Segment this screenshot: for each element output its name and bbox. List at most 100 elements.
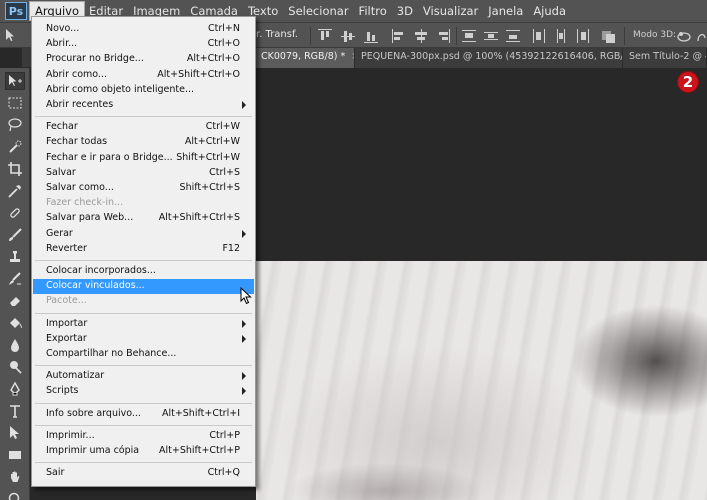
menu-item-scripts[interactable]: Scripts — [33, 384, 254, 399]
menu-item-fechar-todas[interactable]: Fechar todas Alt+Ctrl+W — [33, 135, 254, 150]
hand-icon[interactable] — [5, 468, 25, 486]
menu-item-label: Salvar como... — [46, 182, 114, 193]
zoom-icon[interactable] — [5, 490, 25, 500]
menu-item-abrir-como-objeto-inteligente[interactable]: Abrir como objeto inteligente... — [33, 83, 254, 98]
mouse-pointer-icon — [240, 286, 252, 305]
pen-icon[interactable] — [5, 380, 25, 398]
menu-item-colocar-vinculados[interactable]: Colocar vinculados... — [33, 279, 254, 295]
tools-panel — [0, 68, 30, 500]
align-vertical-center-icon[interactable] — [341, 29, 355, 43]
distribute-vertical-center-icon[interactable] — [484, 29, 498, 43]
menu-item-shortcut: Ctrl+N — [208, 23, 240, 34]
rectangle-shape-icon[interactable] — [5, 446, 25, 464]
menu-item-exportar[interactable]: Exportar — [33, 332, 254, 347]
menu-item-salvar[interactable]: Salvar Ctrl+S — [33, 166, 254, 181]
menu-item-importar[interactable]: Importar — [33, 317, 254, 332]
lasso-icon[interactable] — [5, 116, 25, 134]
align-bottom-icon[interactable] — [364, 29, 378, 43]
menu-item-label: Exportar — [46, 332, 87, 344]
brush-icon[interactable] — [5, 226, 25, 244]
menu-item-reverter[interactable]: Reverter F12 — [33, 242, 254, 257]
menu-item-label: Importar — [46, 317, 88, 329]
quick-selection-icon[interactable] — [5, 138, 25, 156]
tab-label: CK0079, RGB/8) * — [261, 51, 346, 62]
menu-item-shortcut: Ctrl+O — [207, 38, 240, 50]
menu-item-colocar-incorporados[interactable]: Colocar incorporados... — [33, 264, 254, 279]
tab-ck0079[interactable]: CK0079, RGB/8) *× — [255, 48, 355, 68]
tab-sem-titulo-2[interactable]: Sem Título-2 @ 400 — [623, 48, 707, 68]
menu-item-shortcut: Shift+Ctrl+W — [176, 151, 240, 163]
menu-ajuda[interactable]: Ajuda — [528, 2, 571, 20]
menu-item-label: Imprimir... — [46, 429, 95, 441]
paint-bucket-icon[interactable] — [5, 314, 25, 332]
menu-item-label: Colocar vinculados... — [46, 280, 145, 292]
menu-item-label: Fechar — [46, 121, 78, 133]
menu-item-label: Colocar incorporados... — [46, 265, 156, 276]
distribute-right-icon[interactable] — [576, 29, 590, 43]
3d-roll-icon[interactable] — [696, 28, 707, 44]
history-brush-icon[interactable] — [5, 270, 25, 288]
distribute-left-icon[interactable] — [532, 29, 546, 43]
auto-align-layers-icon[interactable] — [602, 29, 616, 43]
rectangular-marquee-icon[interactable] — [5, 94, 25, 112]
dodge-icon[interactable] — [5, 358, 25, 376]
menu-item-sair[interactable]: Sair Ctrl+Q — [33, 466, 254, 481]
divider — [310, 27, 311, 45]
menu-separator — [35, 116, 252, 118]
file-menu-dropdown: Novo... Ctrl+N Abrir... Ctrl+O Procurar no B… — [31, 16, 256, 487]
menu-item-fechar-e-ir-para-o-bridge[interactable]: Fechar e ir para o Bridge... Shift+Ctrl+W — [33, 151, 254, 166]
menu-item-shortcut: Ctrl+P — [209, 429, 240, 441]
clone-stamp-icon[interactable] — [5, 248, 25, 266]
tab-label: Sem Título-2 @ 400 — [629, 51, 706, 62]
menu-separator — [35, 260, 252, 261]
distribute-top-icon[interactable] — [462, 29, 476, 43]
menu-item-shortcut: Ctrl+W — [205, 121, 240, 133]
healing-brush-icon[interactable] — [5, 204, 25, 222]
menu-item-imprimir-uma-copia[interactable]: Imprimir uma cópia Alt+Shift+Ctrl+P — [33, 444, 254, 459]
submenu-arrow-icon — [242, 387, 246, 396]
menu-item-fechar[interactable]: Fechar Ctrl+W — [33, 120, 254, 135]
menu-item-label: Imprimir uma cópia — [46, 445, 140, 456]
3d-orbit-icon[interactable] — [676, 28, 692, 44]
distribute-bottom-icon[interactable] — [506, 29, 520, 43]
menu-item-shortcut: Alt+Ctrl+O — [186, 53, 240, 65]
menu-item-abrir[interactable]: Abrir... Ctrl+O — [33, 37, 254, 52]
tab-pequena-300px[interactable]: PEQUENA-300px.psd @ 100% (45392122616406… — [355, 48, 623, 68]
photoshop-logo: Ps — [5, 2, 27, 20]
menu-item-label: Procurar no Bridge... — [46, 53, 144, 65]
menu-item-imprimir[interactable]: Imprimir... Ctrl+P — [33, 429, 254, 444]
menu-filtro[interactable]: Filtro — [354, 2, 392, 20]
menu-3d[interactable]: 3D — [392, 2, 418, 20]
menu-item-label: Salvar para Web... — [46, 212, 134, 224]
menu-separator — [35, 365, 252, 367]
blur-icon[interactable] — [5, 336, 25, 354]
menu-item-info-sobre-arquivo[interactable]: Info sobre arquivo... Alt+Shift+Ctrl+I — [33, 407, 254, 422]
menu-item-abrir-como[interactable]: Abrir como... Alt+Shift+Ctrl+O — [33, 68, 254, 83]
menu-selecionar[interactable]: Selecionar — [283, 2, 353, 20]
eraser-icon[interactable] — [5, 292, 25, 310]
eyedropper-icon[interactable] — [5, 182, 25, 200]
type-icon[interactable] — [5, 402, 25, 420]
align-top-icon[interactable] — [318, 29, 332, 43]
menu-item-procurar-no-bridge[interactable]: Procurar no Bridge... Alt+Ctrl+O — [33, 52, 254, 67]
menu-item-salvar-para-web[interactable]: Salvar para Web... Alt+Shift+Ctrl+S — [33, 211, 254, 226]
menu-item-abrir-recentes[interactable]: Abrir recentes — [33, 98, 254, 113]
menu-item-automatizar[interactable]: Automatizar — [33, 369, 254, 384]
crop-icon[interactable] — [5, 160, 25, 178]
menu-item-salvar-como[interactable]: Salvar como... Shift+Ctrl+S — [33, 181, 254, 196]
distribute-horizontal-center-icon[interactable] — [554, 29, 568, 43]
document-image[interactable] — [256, 261, 707, 500]
show-transform-controls-label[interactable]: r. Transf. — [256, 29, 298, 40]
move-tool-icon[interactable] — [5, 72, 25, 90]
align-right-icon[interactable] — [436, 29, 450, 43]
menu-item-label: Abrir... — [46, 38, 78, 50]
align-horizontal-center-icon[interactable] — [414, 29, 428, 43]
menu-item-compartilhar-no-behance[interactable]: Compartilhar no Behance... — [33, 347, 254, 362]
menu-item-shortcut: F12 — [222, 242, 240, 254]
menu-item-novo[interactable]: Novo... Ctrl+N — [33, 22, 254, 37]
menu-item-gerar[interactable]: Gerar — [33, 227, 254, 242]
path-selection-icon[interactable] — [5, 424, 25, 442]
menu-visualizar[interactable]: Visualizar — [418, 2, 483, 20]
align-left-icon[interactable] — [392, 29, 406, 43]
menu-janela[interactable]: Janela — [483, 2, 528, 20]
